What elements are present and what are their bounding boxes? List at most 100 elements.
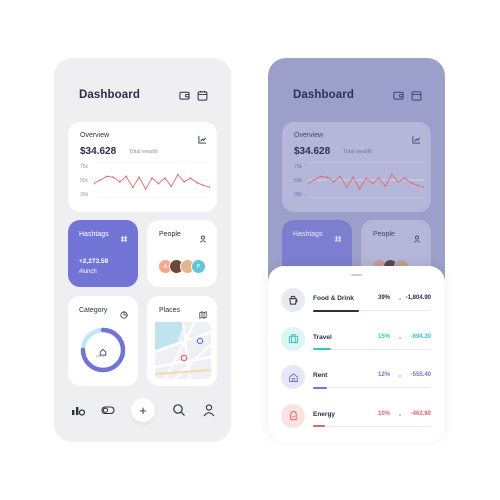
- chart-point: [105, 175, 108, 178]
- chart-type-icon[interactable]: [198, 131, 207, 144]
- hashtag-icon: [334, 230, 342, 243]
- search-icon[interactable]: [172, 403, 186, 417]
- chart-point: [151, 177, 153, 180]
- energy-icon: [281, 403, 305, 428]
- chart-point: [326, 176, 329, 179]
- people-title: People: [159, 231, 181, 238]
- y-tick-label: 75k: [80, 164, 89, 170]
- places-map[interactable]: [155, 322, 211, 379]
- hashtags-card[interactable]: Hashtags +2,273.59 #lunch: [68, 220, 138, 287]
- chart-point: [131, 186, 134, 189]
- house-icon: [99, 343, 107, 356]
- total-wealth-value: $34.628: [294, 146, 331, 157]
- chart-point: [176, 173, 179, 176]
- total-wealth-value: $34.628: [80, 146, 117, 157]
- people-card[interactable]: People A P: [147, 220, 217, 287]
- chart-point: [118, 180, 121, 183]
- chart-point: [332, 180, 335, 183]
- chart-point: [138, 176, 141, 179]
- expense-row[interactable]: Energy 10% -462.80: [268, 403, 445, 438]
- chart-point: [352, 176, 355, 179]
- expense-row[interactable]: Food & Drink 39% -1,804.90: [268, 288, 445, 322]
- expense-category-label: Travel: [313, 333, 332, 341]
- phone-screen-main: Dashboard Overview $34.628 Total wealth …: [54, 58, 231, 442]
- people-title: People: [373, 231, 395, 238]
- avatar[interactable]: P: [191, 259, 206, 274]
- expense-percentage: 39%: [378, 295, 391, 301]
- places-title: Places: [159, 307, 181, 314]
- chart-point: [189, 177, 192, 180]
- separator-dot: [399, 336, 401, 339]
- calendar-icon[interactable]: [411, 90, 422, 101]
- cup-icon: [281, 288, 305, 312]
- chart-point: [99, 179, 102, 181]
- expense-amount: -694.20: [410, 333, 431, 340]
- wallet-icon[interactable]: [179, 90, 190, 101]
- overview-card[interactable]: Overview $34.628 Total wealth 75k 55k 35…: [68, 122, 217, 212]
- places-card[interactable]: Places: [147, 296, 217, 386]
- person-icon[interactable]: [413, 230, 421, 243]
- chart-point: [112, 176, 115, 179]
- chart-point: [358, 188, 361, 190]
- stats-icon[interactable]: [71, 403, 85, 417]
- y-tick-label: 75k: [294, 164, 303, 170]
- separator-dot: [399, 413, 401, 416]
- person-icon[interactable]: [199, 230, 207, 243]
- overview-line-chart: [94, 162, 210, 198]
- separator-dot: [399, 375, 401, 377]
- expense-progress-fill: [313, 386, 328, 389]
- chart-point: [365, 177, 367, 180]
- chart-point: [397, 180, 400, 183]
- category-title: Category: [79, 307, 108, 314]
- chart-series-line: [308, 173, 424, 190]
- expense-row[interactable]: Travel 15% -694.20: [268, 326, 445, 361]
- chart-point: [157, 182, 160, 185]
- chart-point: [390, 173, 393, 176]
- expense-category-label: Rent: [313, 372, 328, 379]
- hashtags-title: Hashtags: [293, 231, 323, 238]
- chart-point: [410, 181, 413, 184]
- expense-amount: -1,804.90: [405, 295, 431, 301]
- overview-title: Overview: [80, 132, 110, 139]
- add-button[interactable]: +: [131, 398, 155, 422]
- hashtags-value: +2,273.59: [79, 258, 109, 265]
- expense-progress-fill: [313, 309, 359, 312]
- expense-percentage: 12%: [378, 372, 391, 378]
- pie-chart-icon[interactable]: [120, 306, 128, 319]
- chart-point: [202, 184, 205, 187]
- overview-card[interactable]: Overview $34.628 Total wealth 75k 55k 35…: [282, 122, 431, 212]
- chart-point: [163, 177, 166, 180]
- y-tick-label: 55k: [294, 178, 303, 184]
- map-icon[interactable]: [199, 306, 207, 319]
- chart-point: [313, 179, 316, 181]
- chart-point: [371, 182, 374, 185]
- chart-point: [384, 185, 387, 188]
- chart-series-line: [94, 173, 210, 190]
- calendar-icon[interactable]: [197, 90, 208, 101]
- toggle-icon[interactable]: [101, 403, 115, 417]
- wallet-icon[interactable]: [393, 90, 404, 101]
- chart-point: [339, 175, 342, 178]
- y-tick-label: 55k: [80, 178, 89, 184]
- category-card[interactable]: Category yard: [68, 296, 138, 386]
- sheet-drag-handle[interactable]: [351, 274, 362, 276]
- expense-progress-track: [313, 386, 430, 389]
- category-center-label: yard: [96, 353, 104, 358]
- separator-dot: [399, 298, 401, 300]
- expense-percentage: 15%: [378, 333, 391, 340]
- expense-amount: -462.80: [410, 410, 431, 417]
- y-tick-label: 35k: [80, 192, 89, 198]
- chart-point: [196, 181, 199, 184]
- hashtags-tag: #lunch: [79, 269, 97, 275]
- chart-point: [345, 186, 348, 189]
- total-wealth-label: Total wealth: [343, 149, 373, 155]
- chart-point: [416, 184, 419, 187]
- expenses-bottom-sheet[interactable]: Food & Drink 39% -1,804.90 Travel 15% -694.20…: [268, 266, 445, 442]
- chart-point: [319, 175, 322, 178]
- profile-icon[interactable]: [202, 403, 216, 417]
- expense-row[interactable]: Rent 12% -555.40: [268, 365, 445, 399]
- hashtag-icon: [120, 230, 128, 243]
- expense-progress-fill: [313, 425, 325, 427]
- chart-type-icon[interactable]: [412, 131, 421, 144]
- expense-progress-track: [313, 309, 430, 312]
